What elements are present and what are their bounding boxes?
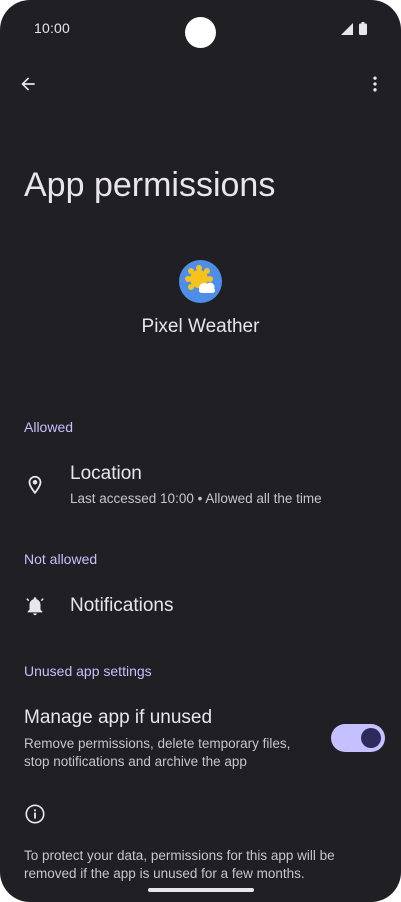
camera-cutout (185, 17, 216, 48)
gesture-nav-handle[interactable] (148, 888, 254, 892)
status-time: 10:00 (34, 20, 71, 36)
status-icons (341, 22, 367, 35)
permission-item-notifications[interactable]: Notifications (0, 582, 401, 632)
manage-app-title: Manage app if unused (24, 707, 213, 728)
manage-app-toggle[interactable] (331, 724, 385, 752)
permission-summary-location: Last accessed 10:00 • Allowed all the ti… (70, 491, 322, 506)
section-header-allowed: Allowed (24, 419, 74, 435)
section-header-not-allowed: Not allowed (24, 551, 98, 567)
battery-icon (359, 22, 367, 35)
notifications-bell-icon (26, 597, 44, 616)
page-title: App permissions (24, 166, 276, 204)
permission-title-notifications: Notifications (70, 595, 174, 616)
more-options-button[interactable] (361, 70, 389, 98)
footer-info-text: To protect your data, permissions for th… (24, 848, 335, 881)
info-icon (25, 804, 45, 824)
back-button[interactable] (14, 70, 42, 98)
more-vert-icon (373, 76, 377, 92)
permission-title-location: Location (70, 463, 142, 484)
signal-icon (341, 22, 353, 35)
section-header-unused: Unused app settings (24, 663, 152, 679)
location-pin-icon (28, 475, 42, 495)
phone-screen: 10:00 App permissions Pixel Weather Allo… (0, 0, 401, 902)
weather-sun-cloud-icon (179, 260, 222, 303)
status-bar: 10:00 (0, 0, 401, 56)
toggle-thumb (361, 728, 381, 748)
app-name: Pixel Weather (141, 316, 260, 337)
arrow-back-icon (21, 77, 35, 91)
permission-item-location[interactable]: Location Last accessed 10:00 • Allowed a… (0, 455, 401, 525)
manage-app-summary: Remove permissions, delete temporary fil… (24, 736, 291, 769)
